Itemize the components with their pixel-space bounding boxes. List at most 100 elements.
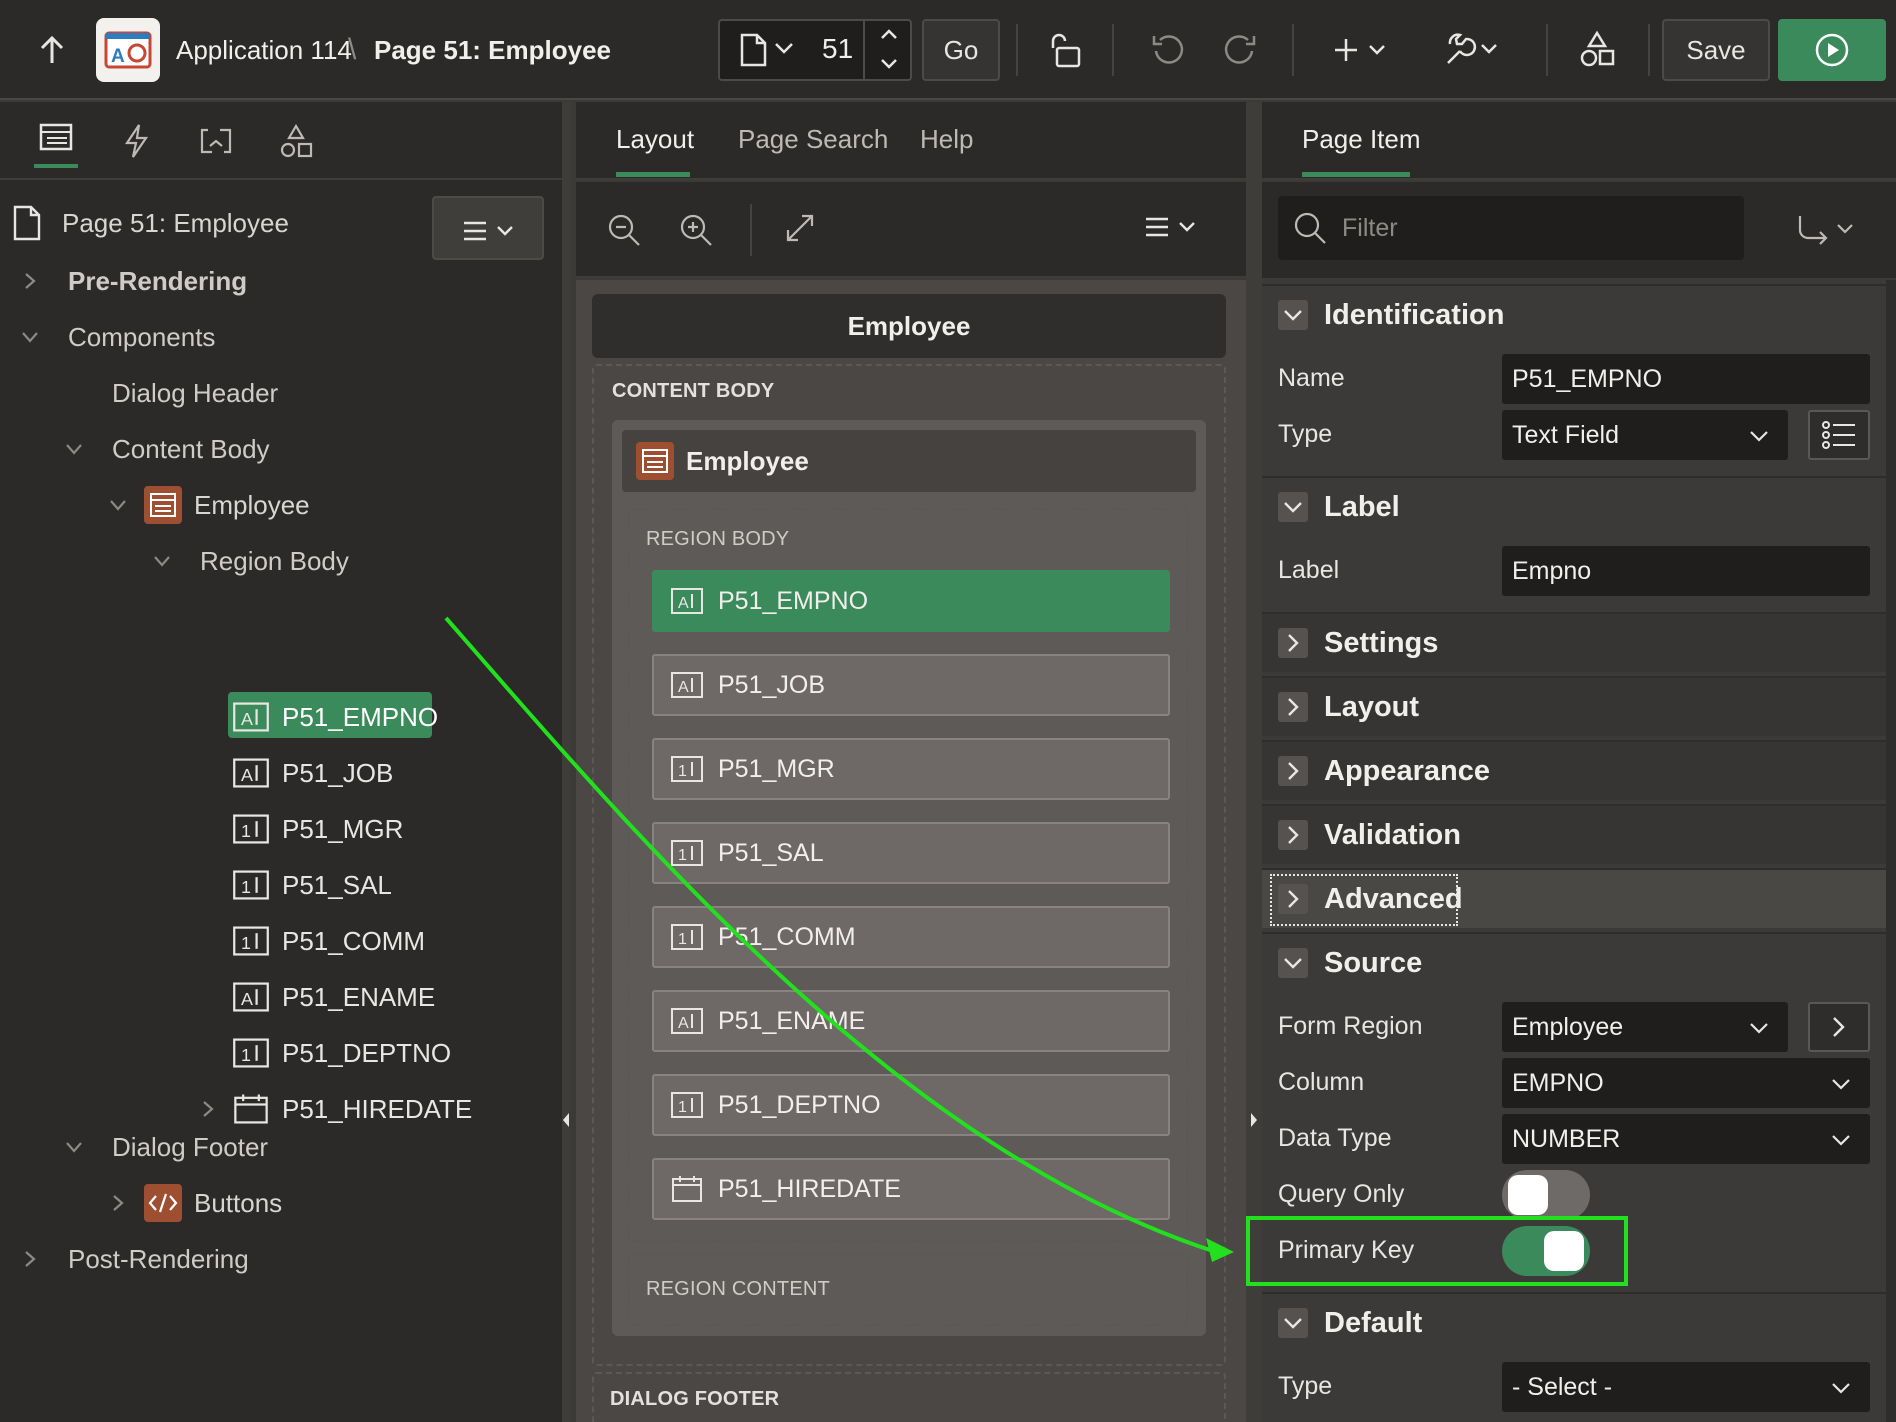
tree-item-p51-sal[interactable]: 1 P51_SAL bbox=[232, 860, 392, 910]
query-only-label: Query Only bbox=[1278, 1180, 1405, 1208]
canvas-item-p51-ename[interactable]: A P51_ENAME bbox=[652, 990, 1170, 1052]
go-button[interactable]: Go bbox=[922, 19, 1000, 81]
tab-page-search[interactable]: Page Search bbox=[738, 124, 888, 155]
tree-item-p51-empno[interactable]: A P51_EMPNO bbox=[232, 692, 438, 742]
increment-icon[interactable] bbox=[880, 27, 898, 41]
canvas-item-p51-deptno[interactable]: 1 P51_DEPTNO bbox=[652, 1074, 1170, 1136]
tree-item-p51-comm[interactable]: 1 P51_COMM bbox=[232, 916, 425, 966]
tree-label: Region Body bbox=[200, 545, 349, 576]
group-source[interactable]: Source bbox=[1262, 932, 1888, 992]
tab-page-item[interactable]: Page Item bbox=[1302, 124, 1421, 155]
tree-item-p51-ename[interactable]: A P51_ENAME bbox=[232, 972, 435, 1022]
page-selector[interactable]: 51 bbox=[718, 19, 912, 81]
tree-pre-rendering[interactable]: Pre-Rendering bbox=[20, 256, 247, 306]
tree-post-rendering[interactable]: Post-Rendering bbox=[20, 1234, 249, 1284]
canvas-item-p51-mgr[interactable]: 1 P51_MGR bbox=[652, 738, 1170, 800]
tree-components[interactable]: Components bbox=[20, 312, 215, 362]
tree-dialog-header[interactable]: Dialog Header bbox=[112, 368, 278, 418]
filter-input[interactable]: Filter bbox=[1278, 196, 1744, 260]
tree-item-p51-deptno[interactable]: 1 P51_DEPTNO bbox=[232, 1028, 451, 1078]
tab-rendering[interactable] bbox=[34, 110, 78, 168]
toggle-knob bbox=[1544, 1231, 1584, 1271]
text-field-icon: A bbox=[670, 587, 704, 615]
tree-menu-button[interactable] bbox=[432, 196, 544, 260]
tab-processing[interactable] bbox=[194, 120, 238, 162]
right-splitter[interactable] bbox=[1246, 102, 1262, 1422]
right-tabs: Page Item bbox=[1262, 102, 1896, 180]
column-select[interactable]: EMPNO bbox=[1502, 1058, 1870, 1108]
canvas-item-p51-hiredate[interactable]: P51_HIREDATE bbox=[652, 1158, 1170, 1220]
tree-region-body[interactable]: Region Body bbox=[152, 536, 349, 586]
tree-label: Pre-Rendering bbox=[68, 265, 248, 296]
tree-item-p51-job[interactable]: A P51_JOB bbox=[232, 748, 393, 798]
wrench-menu-button[interactable] bbox=[1440, 28, 1504, 70]
tree-employee-region[interactable]: Employee bbox=[108, 480, 310, 530]
type-select[interactable]: Text Field bbox=[1502, 410, 1788, 460]
group-validation[interactable]: Validation bbox=[1262, 804, 1888, 864]
group-title: Label bbox=[1324, 490, 1400, 523]
tab-dynamic-actions[interactable] bbox=[114, 120, 158, 162]
tree-content-body[interactable]: Content Body bbox=[64, 424, 270, 474]
group-advanced[interactable]: Advanced bbox=[1262, 868, 1888, 928]
group-default[interactable]: Default bbox=[1262, 1292, 1888, 1352]
save-button[interactable]: Save bbox=[1662, 19, 1770, 81]
go-to-group-menu[interactable] bbox=[1796, 212, 1858, 248]
data-type-value: NUMBER bbox=[1512, 1124, 1621, 1153]
expand-icon[interactable] bbox=[784, 212, 816, 244]
canvas-item-p51-comm[interactable]: 1 P51_COMM bbox=[652, 906, 1170, 968]
create-menu-button[interactable] bbox=[1330, 30, 1394, 70]
app-icon[interactable]: A bbox=[96, 18, 160, 82]
shared-components-icon[interactable] bbox=[1576, 28, 1618, 70]
group-label[interactable]: Label bbox=[1262, 476, 1888, 536]
run-page-button[interactable] bbox=[1778, 19, 1886, 81]
group-title: Settings bbox=[1324, 626, 1439, 659]
group-settings[interactable]: Settings bbox=[1262, 612, 1888, 672]
tab-help[interactable]: Help bbox=[920, 124, 973, 155]
default-type-select[interactable]: - Select - bbox=[1502, 1362, 1870, 1412]
left-splitter[interactable] bbox=[562, 102, 570, 1422]
group-layout[interactable]: Layout bbox=[1262, 676, 1888, 736]
label-field[interactable]: Empno bbox=[1502, 546, 1870, 596]
chevron-down-icon bbox=[1832, 1383, 1850, 1394]
number-field-icon: 1 bbox=[670, 755, 704, 783]
page-icon[interactable] bbox=[738, 33, 768, 67]
left-panel-tabs bbox=[0, 102, 562, 180]
label-label: Label bbox=[1278, 556, 1340, 584]
chevron-right-icon bbox=[203, 1101, 214, 1117]
tree-dialog-footer[interactable]: Dialog Footer bbox=[64, 1122, 268, 1172]
redo-icon[interactable] bbox=[1220, 30, 1260, 70]
canvas-item-p51-job[interactable]: A P51_JOB bbox=[652, 654, 1170, 716]
lock-icon[interactable] bbox=[1044, 30, 1086, 72]
decrement-icon[interactable] bbox=[880, 57, 898, 71]
tree-label: Dialog Footer bbox=[112, 1131, 269, 1162]
tab-layout[interactable]: Layout bbox=[616, 124, 694, 155]
page-icon bbox=[13, 205, 41, 241]
form-region-select[interactable]: Employee bbox=[1502, 1002, 1788, 1052]
group-appearance[interactable]: Appearance bbox=[1262, 740, 1888, 800]
tree-buttons[interactable]: Buttons bbox=[108, 1178, 282, 1228]
name-field[interactable]: P51_EMPNO bbox=[1502, 354, 1870, 404]
tree-item-p51-mgr[interactable]: 1 P51_MGR bbox=[232, 804, 403, 854]
group-identification[interactable]: Identification bbox=[1262, 284, 1888, 344]
up-arrow-icon[interactable] bbox=[34, 30, 70, 70]
query-only-toggle[interactable] bbox=[1502, 1170, 1590, 1220]
list-options-button[interactable] bbox=[1808, 410, 1870, 460]
tab-shared-components[interactable] bbox=[274, 120, 318, 162]
canvas-item-p51-sal[interactable]: 1 P51_SAL bbox=[652, 822, 1170, 884]
chevron-down-icon[interactable] bbox=[774, 41, 794, 55]
undo-icon[interactable] bbox=[1148, 30, 1188, 70]
layout-menu-icon[interactable] bbox=[1144, 216, 1200, 238]
app-name[interactable]: Application 114 bbox=[176, 30, 352, 70]
tree-page-node[interactable]: Page 51: Employee bbox=[12, 198, 289, 248]
zoom-out-icon[interactable] bbox=[606, 212, 642, 248]
primary-key-label: Primary Key bbox=[1278, 1236, 1415, 1264]
page-number-input[interactable]: 51 bbox=[822, 33, 853, 65]
go-to-region-button[interactable] bbox=[1808, 1002, 1870, 1052]
canvas-item-p51-empno[interactable]: A P51_EMPNO bbox=[652, 570, 1170, 632]
data-type-select[interactable]: NUMBER bbox=[1502, 1114, 1870, 1164]
property-scrollbar[interactable] bbox=[1886, 280, 1896, 1422]
number-field-icon: 1 bbox=[232, 869, 270, 901]
svg-text:1: 1 bbox=[678, 1099, 687, 1116]
zoom-in-icon[interactable] bbox=[678, 212, 714, 248]
primary-key-toggle[interactable] bbox=[1502, 1226, 1590, 1276]
